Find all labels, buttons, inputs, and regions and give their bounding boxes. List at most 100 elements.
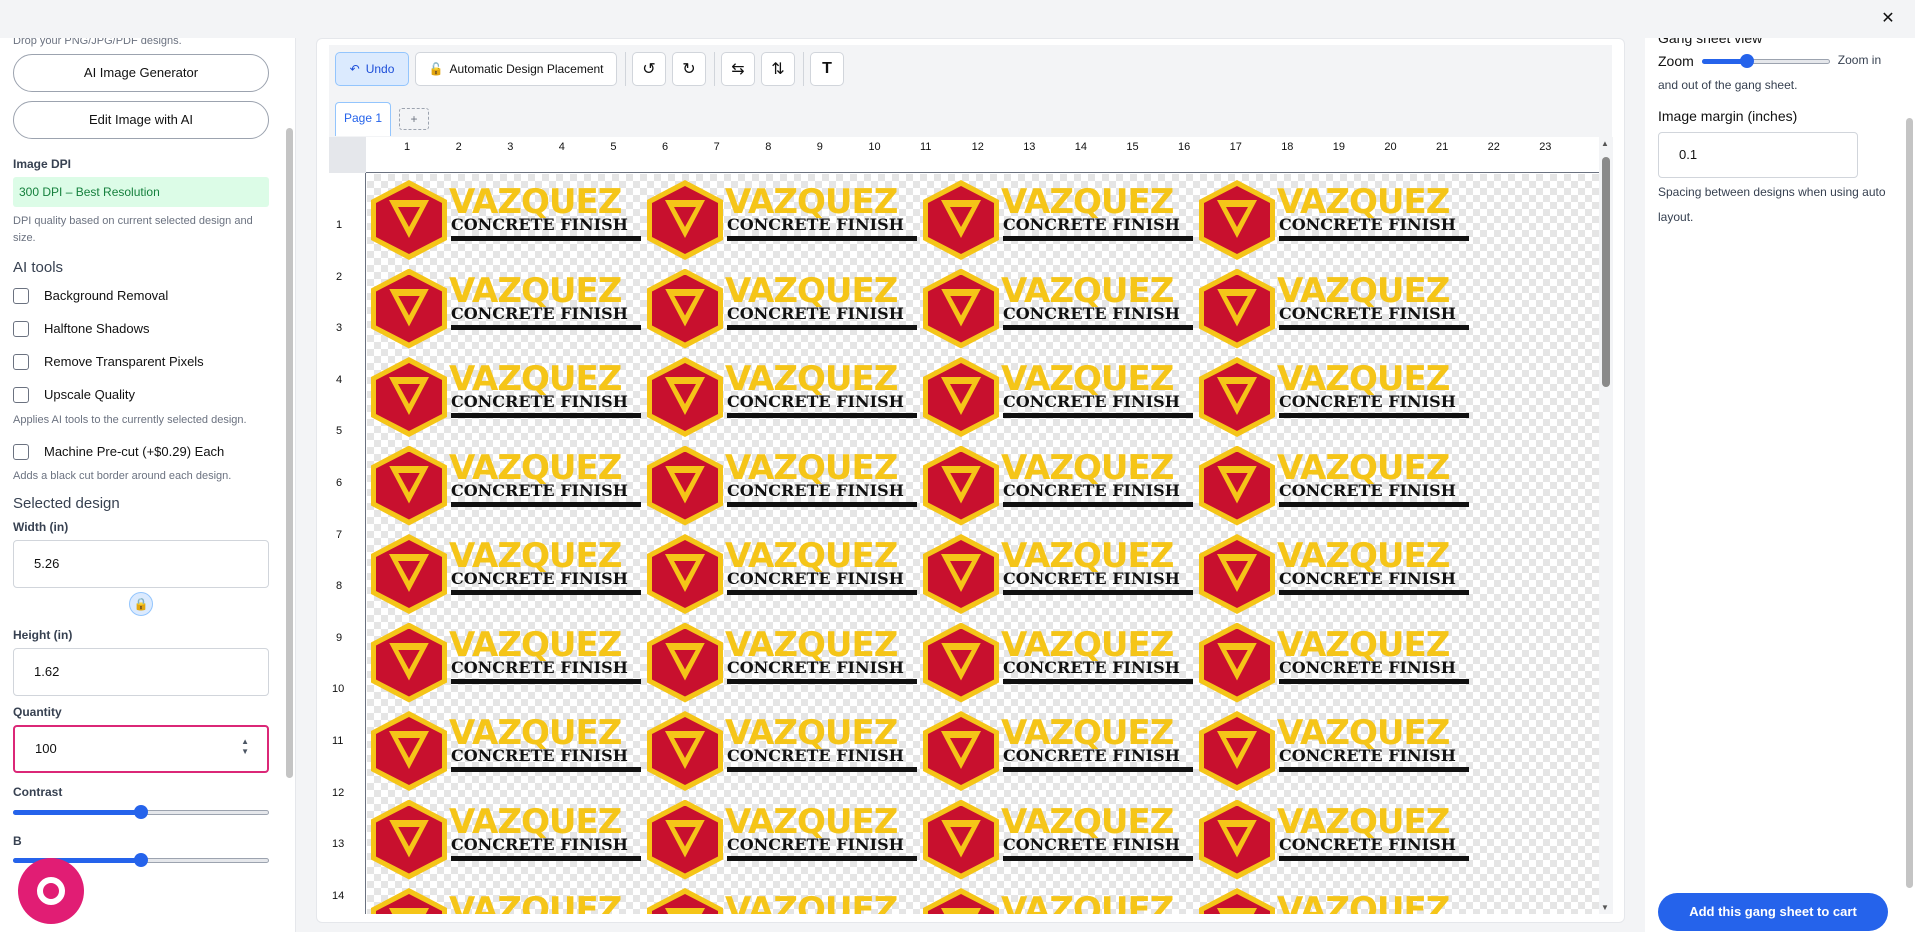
design-instance[interactable]: VAZQUEZCONCRETE FINISH	[367, 440, 643, 528]
height-input[interactable]: 1.62	[13, 648, 269, 696]
design-instance[interactable]: VAZQUEZCONCRETE FINISH	[1195, 440, 1471, 528]
left-panel-scrollbar[interactable]	[286, 128, 293, 778]
design-instance[interactable]: VAZQUEZCONCRETE FINISH	[643, 174, 919, 262]
design-instance[interactable]: VAZQUEZCONCRETE FINISH	[367, 882, 643, 914]
edit-image-ai-button[interactable]: Edit Image with AI	[13, 101, 269, 139]
auto-placement-button[interactable]: 🔓 Automatic Design Placement	[415, 52, 617, 86]
design-instance[interactable]: VAZQUEZCONCRETE FINISH	[367, 351, 643, 439]
design-instance[interactable]: VAZQUEZCONCRETE FINISH	[919, 882, 1195, 914]
close-icon[interactable]: ✕	[1877, 8, 1899, 30]
checkbox[interactable]	[13, 353, 29, 370]
right-panel-scrollbar[interactable]	[1906, 118, 1913, 888]
logo-underline	[727, 324, 917, 330]
machine-precut-option[interactable]: Machine Pre-cut (+$0.29) Each	[13, 435, 269, 468]
design-instance[interactable]: VAZQUEZCONCRETE FINISH	[919, 351, 1195, 439]
selected-design-heading: Selected design	[13, 495, 120, 512]
design-instance[interactable]: VAZQUEZCONCRETE FINISH	[643, 440, 919, 528]
ruler-tick-label: 1	[336, 219, 343, 231]
logo-subtitle: CONCRETE FINISH	[1003, 569, 1180, 588]
ruler-tick-label: 9	[816, 141, 823, 153]
slider-handle[interactable]	[1739, 53, 1754, 68]
image-margin-input[interactable]: 0.1	[1658, 132, 1858, 178]
checkbox[interactable]	[13, 443, 29, 460]
text-icon[interactable]: T	[810, 52, 844, 86]
design-instance[interactable]: VAZQUEZCONCRETE FINISH	[919, 440, 1195, 528]
design-instance[interactable]: VAZQUEZCONCRETE FINISH	[1195, 705, 1471, 793]
logo-underline	[451, 413, 641, 418]
design-instance[interactable]: VAZQUEZCONCRETE FINISH	[1195, 351, 1471, 439]
ruler-tick-label: 8	[765, 141, 772, 153]
design-instance[interactable]: VAZQUEZCONCRETE FINISH	[367, 263, 643, 351]
rotate-left-icon[interactable]: ↺	[632, 52, 666, 86]
quantity-label: Quantity	[13, 705, 62, 719]
design-instance[interactable]: VAZQUEZCONCRETE FINISH	[919, 705, 1195, 793]
width-input[interactable]: 5.26	[13, 540, 269, 588]
stepper-arrows-icon[interactable]: ▲ ▼	[241, 737, 249, 757]
add-to-cart-button[interactable]: Add this gang sheet to cart	[1658, 893, 1888, 931]
image-dpi-label: Image DPI	[13, 157, 72, 171]
ai-tool-upscale-quality[interactable]: Upscale Quality	[13, 378, 269, 411]
design-instance[interactable]: VAZQUEZCONCRETE FINISH	[643, 528, 919, 616]
ruler-tick-label: 22	[1487, 141, 1500, 153]
zoom-slider[interactable]	[1701, 53, 1830, 69]
logo-subtitle: CONCRETE FINISH	[451, 215, 628, 234]
logo-underline	[727, 590, 917, 595]
design-instance[interactable]: VAZQUEZCONCRETE FINISH	[367, 528, 643, 616]
contrast-slider[interactable]	[13, 804, 269, 820]
design-instance[interactable]: VAZQUEZCONCRETE FINISH	[919, 263, 1195, 351]
design-instance[interactable]: VAZQUEZCONCRETE FINISH	[367, 794, 643, 882]
ai-tool-halftone-shadows[interactable]: Halftone Shadows	[13, 312, 269, 345]
ai-tool-remove-transparent-pixels[interactable]: Remove Transparent Pixels	[13, 345, 269, 378]
gang-sheet-canvas[interactable]: 1 2 3 4 5 6 7 8 9 10 11 12 13 14 15 16 17 18 19 20 21 22 23 12…	[329, 137, 1613, 914]
ruler-tick-label: 3	[336, 322, 343, 335]
slider-handle[interactable]	[134, 853, 148, 867]
quantity-stepper[interactable]: 100 ▲ ▼	[13, 725, 269, 773]
rotate-right-icon[interactable]: ↻	[672, 52, 706, 86]
ai-tool-background-removal[interactable]: Background Removal	[13, 279, 269, 312]
checkbox[interactable]	[13, 287, 29, 304]
design-instance[interactable]: VAZQUEZCONCRETE FINISH	[919, 528, 1195, 616]
logo-subtitle: CONCRETE FINISH	[1279, 215, 1456, 234]
image-margin-label: Image margin (inches)	[1658, 108, 1798, 124]
tab-page-1[interactable]: Page 1	[335, 102, 391, 136]
lock-aspect-icon[interactable]: 🔒	[129, 592, 153, 616]
checkbox[interactable]	[13, 320, 29, 337]
design-instance[interactable]: VAZQUEZCONCRETE FINISH	[643, 705, 919, 793]
design-instance[interactable]: VAZQUEZCONCRETE FINISH	[367, 705, 643, 793]
gang-sheet[interactable]: VAZQUEZ CONCRETE FINISH VAZQUEZ CONCRETE FI…	[367, 174, 1599, 914]
design-instance[interactable]: VAZQUEZCONCRETE FINISH	[1195, 528, 1471, 616]
ai-image-generator-button[interactable]: AI Image Generator	[13, 54, 269, 92]
add-page-button[interactable]: +	[399, 108, 429, 130]
canvas-scrollbar[interactable]: ▲ ▼	[1599, 137, 1613, 914]
flip-horizontal-icon[interactable]: ⇆	[721, 52, 755, 86]
logo-underline	[1279, 413, 1469, 418]
design-instance[interactable]: VAZQUEZCONCRETE FINISH	[367, 174, 643, 262]
flip-vertical-icon[interactable]: ⇅	[761, 52, 795, 86]
design-instance[interactable]: VAZQUEZCONCRETE FINISH	[1195, 263, 1471, 351]
logo-underline	[451, 324, 641, 330]
design-instance[interactable]: VAZQUEZCONCRETE FINISH	[643, 617, 919, 705]
scroll-thumb[interactable]	[1602, 157, 1610, 387]
design-instance[interactable]: VAZQUEZCONCRETE FINISH	[367, 617, 643, 705]
height-label: Height (in)	[13, 628, 73, 642]
design-instance[interactable]: VAZQUEZCONCRETE FINISH	[1195, 882, 1471, 914]
design-instance[interactable]: VAZQUEZCONCRETE FINISH	[1195, 794, 1471, 882]
design-instance[interactable]: VAZQUEZCONCRETE FINISH	[919, 794, 1195, 882]
logo-subtitle: CONCRETE FINISH	[727, 746, 904, 765]
logo-subtitle: CONCRETE FINISH	[451, 392, 628, 411]
design-instance[interactable]: VAZQUEZCONCRETE FINISH	[1195, 174, 1471, 262]
design-instance[interactable]: VAZQUEZCONCRETE FINISH	[919, 617, 1195, 705]
logo-underline	[1003, 236, 1193, 241]
chat-widget-icon[interactable]	[18, 858, 84, 924]
design-instance[interactable]: VAZQUEZCONCRETE FINISH	[643, 351, 919, 439]
design-instance[interactable]: VAZQUEZCONCRETE FINISH	[643, 882, 919, 914]
design-instance[interactable]: VAZQUEZCONCRETE FINISH	[643, 263, 919, 351]
design-instance[interactable]: VAZQUEZCONCRETE FINISH	[643, 794, 919, 882]
slider-handle[interactable]	[134, 805, 148, 819]
zoom-label: Zoom	[1658, 52, 1694, 69]
checkbox[interactable]	[13, 386, 29, 403]
design-instance[interactable]: VAZQUEZCONCRETE FINISH	[919, 174, 1195, 262]
undo-button[interactable]: ↶ Undo	[335, 52, 409, 86]
design-instance[interactable]: VAZQUEZCONCRETE FINISH	[1195, 617, 1471, 705]
ruler-tick-label: 19	[1332, 141, 1346, 153]
